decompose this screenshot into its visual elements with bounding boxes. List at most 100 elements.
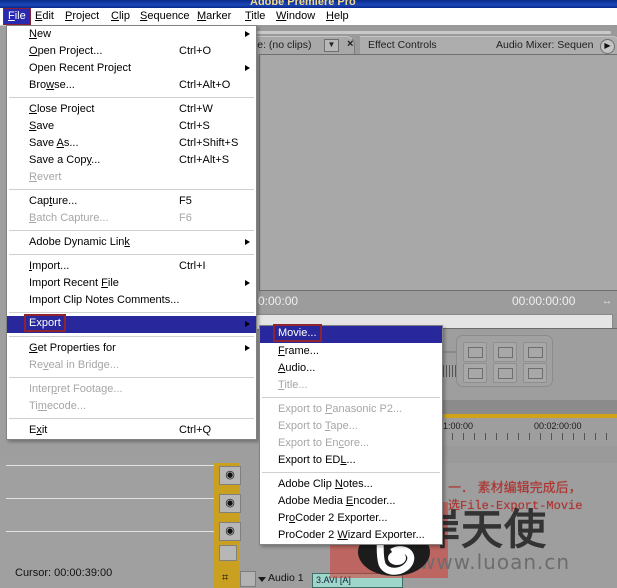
annotation-line-1: 一． 素材编辑完成后， xyxy=(448,480,582,495)
menu-item-label: Save As... xyxy=(29,137,79,149)
menubar-item-marker[interactable]: Marker xyxy=(193,9,235,24)
menu-bar[interactable]: File Edit Project Clip Sequence Marker Title Wi… xyxy=(0,8,617,26)
menu-item-label: Open Recent Project xyxy=(29,62,132,74)
export-submenu[interactable]: Movie... Frame... Audio... Title... Export t… xyxy=(259,324,443,545)
marker-icon[interactable] xyxy=(523,342,547,362)
menubar-item-help[interactable]: Help xyxy=(322,9,353,24)
chevron-down-icon[interactable] xyxy=(258,577,266,582)
menu-item-adobe-media-encoder[interactable]: Adobe Media Encoder... xyxy=(260,493,442,510)
menu-item-capture[interactable]: Capture... F5 xyxy=(7,193,256,210)
menu-item-interpret-footage: Interpret Footage... xyxy=(7,381,256,398)
monitor-video-area[interactable] xyxy=(259,54,617,291)
menu-separator xyxy=(9,97,254,98)
menu-item-adobe-clip-notes[interactable]: Adobe Clip Notes... xyxy=(260,476,442,493)
menu-item-label: Browse... xyxy=(29,79,75,91)
export-frame-icon[interactable] xyxy=(463,342,487,362)
more-tabs-icon[interactable]: ▶ xyxy=(600,39,615,54)
menu-item-label: Interpret Footage... xyxy=(29,383,123,395)
insert-icon[interactable] xyxy=(523,363,547,383)
menu-item-audio[interactable]: Audio... xyxy=(260,360,442,377)
export-tool-group xyxy=(456,335,553,387)
window-title: Adobe Premiere Pro xyxy=(250,0,356,8)
menu-item-procoder-2-wizard-exporter[interactable]: ProCoder 2 Wizard Exporter... xyxy=(260,527,442,544)
menu-item-shortcut: Ctrl+Shift+S xyxy=(179,137,239,149)
menu-item-open-project[interactable]: Open Project... Ctrl+O xyxy=(7,43,256,60)
track-accent-band xyxy=(441,414,617,418)
menu-item-label: ProCoder 2 Wizard Exporter... xyxy=(278,529,425,541)
menu-item-label: Export to Tape... xyxy=(278,420,358,432)
track-mute-button[interactable] xyxy=(240,571,256,587)
menu-item-adobe-dynamic-link[interactable]: Adobe Dynamic Link xyxy=(7,234,256,251)
menu-item-browse[interactable]: Browse... Ctrl+Alt+O xyxy=(7,77,256,94)
menu-item-export-to-tape: Export to Tape... xyxy=(260,418,442,435)
menubar-item-edit[interactable]: Edit xyxy=(31,9,58,24)
menu-item-new[interactable]: New xyxy=(7,26,256,43)
menubar-item-clip[interactable]: Clip xyxy=(107,9,134,24)
menu-item-open-recent-project[interactable]: Open Recent Project xyxy=(7,60,256,77)
menu-item-label: Timecode... xyxy=(29,400,87,412)
menu-item-label: Reveal in Bridge... xyxy=(29,359,119,371)
fit-arrows-icon[interactable]: ↔ xyxy=(602,296,612,307)
menu-item-batch-capture: Batch Capture... F6 xyxy=(7,210,256,227)
menu-item-shortcut: Ctrl+Alt+O xyxy=(179,79,231,91)
eye-icon[interactable]: ◉ xyxy=(219,494,241,513)
menu-item-label: Export to EDL... xyxy=(278,454,356,466)
menu-separator xyxy=(9,254,254,255)
eye-icon[interactable]: ◉ xyxy=(219,522,241,541)
menu-item-exit[interactable]: Exit Ctrl+Q xyxy=(7,422,256,439)
audio-mixer-tab-label: Audio Mixer: Sequen xyxy=(496,39,594,51)
menu-item-label: Adobe Media Encoder... xyxy=(278,495,396,507)
source-tab[interactable]: ce: (no clips) xyxy=(250,36,355,54)
menubar-item-file[interactable]: File xyxy=(3,8,31,25)
menu-item-label: Audio... xyxy=(278,362,316,374)
menu-item-label: Export xyxy=(24,314,66,332)
track-divider xyxy=(6,465,218,466)
close-icon[interactable]: × xyxy=(347,39,353,50)
effect-controls-tab[interactable]: Effect Controls xyxy=(360,36,501,54)
menu-item-save-as[interactable]: Save As... Ctrl+Shift+S xyxy=(7,135,256,152)
menubar-item-sequence[interactable]: Sequence xyxy=(136,9,194,24)
menu-item-procoder-2-exporter[interactable]: ProCoder 2 Exporter... xyxy=(260,510,442,527)
menu-item-import[interactable]: Import... Ctrl+I xyxy=(7,258,256,275)
file-menu-dropdown[interactable]: New Open Project... Ctrl+O Open Recent Proj… xyxy=(6,25,257,440)
safe-margins-icon[interactable] xyxy=(493,342,517,362)
chevron-down-icon[interactable]: ▼ xyxy=(324,39,339,52)
set-in-icon[interactable] xyxy=(463,363,487,383)
submenu-arrow-icon xyxy=(245,345,250,351)
menu-item-label: Adobe Dynamic Link xyxy=(29,236,130,248)
timecode-current[interactable]: 0:00:00 xyxy=(258,294,298,308)
menu-item-import-clip-notes-comments[interactable]: Import Clip Notes Comments... xyxy=(7,292,256,309)
menu-item-shortcut: Ctrl+I xyxy=(179,260,206,272)
menu-item-label: Batch Capture... xyxy=(29,212,109,224)
submenu-arrow-icon xyxy=(245,239,250,245)
menu-item-movie[interactable]: Movie... xyxy=(260,324,442,343)
menu-item-label: Export to Encore... xyxy=(278,437,370,449)
menu-item-save[interactable]: Save Ctrl+S xyxy=(7,118,256,135)
menubar-item-project[interactable]: Project xyxy=(61,9,103,24)
timecode-duration[interactable]: 00:00:00:00 xyxy=(512,294,575,308)
menu-item-get-properties-for[interactable]: Get Properties for xyxy=(7,340,256,357)
eye-icon[interactable]: ◉ xyxy=(219,466,241,485)
menu-item-shortcut: F5 xyxy=(179,195,192,207)
menubar-item-window[interactable]: Window xyxy=(272,9,319,24)
menu-item-shortcut: F6 xyxy=(179,212,192,224)
menu-item-save-a-copy[interactable]: Save a Copy... Ctrl+Alt+S xyxy=(7,152,256,169)
track-divider xyxy=(6,498,218,499)
menu-item-export-to-edl[interactable]: Export to EDL... xyxy=(260,452,442,469)
menu-item-export[interactable]: Export xyxy=(7,314,256,333)
menu-item-label: Save xyxy=(29,120,55,132)
menu-item-import-recent-file[interactable]: Import Recent File xyxy=(7,275,256,292)
toggle-track-output-icon[interactable] xyxy=(219,545,237,561)
menu-item-frame[interactable]: Frame... xyxy=(260,343,442,360)
menubar-item-title[interactable]: Title xyxy=(241,9,269,24)
title-bar: Adobe Premiere Pro xyxy=(0,0,617,8)
audio-mixer-tab[interactable]: Audio Mixer: Sequen xyxy=(488,36,617,54)
set-out-icon[interactable] xyxy=(493,363,517,383)
submenu-arrow-icon xyxy=(245,321,250,327)
timeline-ruler[interactable]: 1:00:00 00:02:00:00 xyxy=(441,420,617,447)
menu-item-label: Title... xyxy=(278,379,308,391)
panel-divider-band xyxy=(441,400,617,415)
speaker-icon[interactable]: ⌗ xyxy=(222,572,228,585)
instruction-annotation: 一． 素材编辑完成后， 选File-Export-Movie xyxy=(448,478,582,516)
menu-item-close-project[interactable]: Close Project Ctrl+W xyxy=(7,101,256,118)
